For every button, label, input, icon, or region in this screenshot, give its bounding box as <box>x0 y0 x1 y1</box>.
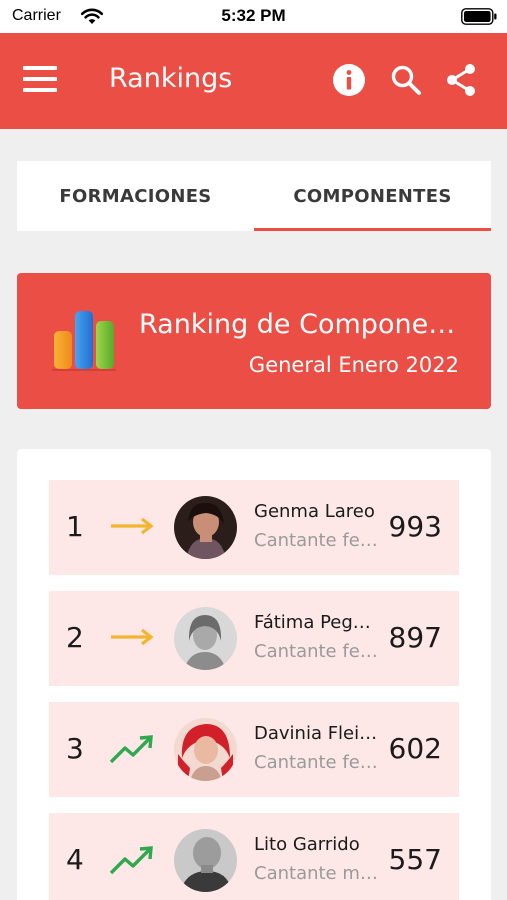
ranking-row[interactable]: 3 Davinia Fleitas Cantante femenina 602 <box>49 702 459 797</box>
member-score: 557 <box>388 843 442 876</box>
member-score: 602 <box>388 732 442 765</box>
ranking-row[interactable]: 4 Lito Garrido Cantante masculino 557 <box>49 813 459 900</box>
app-bar: Rankings <box>0 33 507 129</box>
avatar <box>174 496 237 559</box>
banner-title: Ranking de Componentes <box>139 309 459 340</box>
avatar <box>174 607 237 670</box>
ranking-list: 1 Genma Lareo Cantante femenina 993 2 <box>17 449 491 900</box>
rank-number: 4 <box>66 843 84 876</box>
member-role: Cantante femenina <box>254 641 380 662</box>
member-role: Cantante femenina <box>254 530 380 551</box>
battery-icon <box>461 8 497 25</box>
member-score: 897 <box>388 621 442 654</box>
tab-componentes[interactable]: COMPONENTES <box>254 161 491 231</box>
member-score: 993 <box>388 510 442 543</box>
trend-same-arrow-icon <box>111 628 154 646</box>
rank-number: 3 <box>66 732 84 765</box>
menu-button[interactable] <box>23 66 59 94</box>
rank-number: 2 <box>66 621 84 654</box>
share-icon[interactable] <box>444 63 478 97</box>
member-name: Davinia Fleitas <box>254 723 380 744</box>
ranking-banner: Ranking de Componentes General Enero 202… <box>17 273 491 409</box>
ranking-row[interactable]: 2 Fátima Pegueros Cantante femenina 897 <box>49 591 459 686</box>
ranking-row[interactable]: 1 Genma Lareo Cantante femenina 993 <box>49 480 459 575</box>
status-bar: Carrier 5:32 PM <box>0 0 507 33</box>
rank-number: 1 <box>66 510 84 543</box>
trend-up-icon <box>109 846 153 875</box>
trend-same-arrow-icon <box>111 517 154 535</box>
bar-chart-icon <box>52 311 116 371</box>
hamburger-icon-line <box>23 88 57 92</box>
tab-bar: FORMACIONES COMPONENTES <box>17 161 491 231</box>
tab-formaciones[interactable]: FORMACIONES <box>17 161 254 231</box>
avatar <box>174 829 237 892</box>
info-icon[interactable] <box>332 63 366 97</box>
member-name: Fátima Pegueros <box>254 612 380 633</box>
trend-up-icon <box>109 735 153 764</box>
avatar <box>174 718 237 781</box>
banner-subtitle: General Enero 2022 <box>248 353 459 377</box>
hamburger-icon-line <box>23 66 57 70</box>
member-name: Lito Garrido <box>254 834 360 855</box>
search-icon[interactable] <box>389 63 423 97</box>
page-title: Rankings <box>109 63 233 94</box>
member-role: Cantante masculino <box>254 863 380 884</box>
member-role: Cantante femenina <box>254 752 380 773</box>
clock: 5:32 PM <box>221 6 286 25</box>
hamburger-icon-line <box>23 77 57 81</box>
member-name: Genma Lareo <box>254 501 375 522</box>
